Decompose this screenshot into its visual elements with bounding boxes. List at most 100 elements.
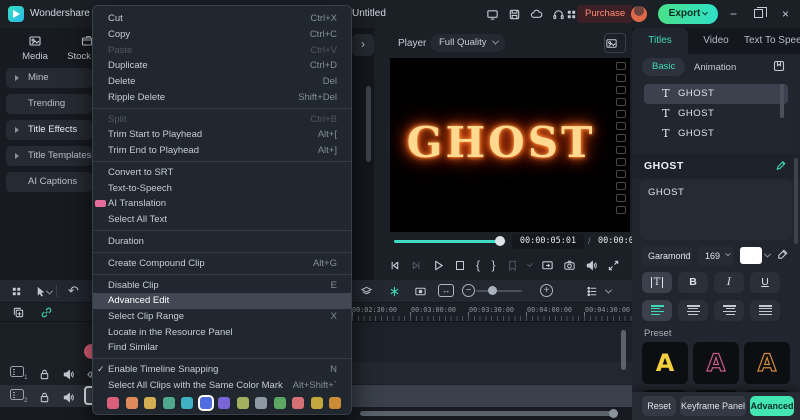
align-right-button[interactable] bbox=[714, 300, 744, 321]
zoom-out-button[interactable]: − bbox=[462, 284, 475, 297]
support-headset-icon[interactable] bbox=[552, 8, 565, 21]
font-size-dropdown[interactable]: 169 bbox=[698, 246, 734, 266]
text-color-swatch[interactable] bbox=[740, 247, 762, 264]
color-mark[interactable] bbox=[311, 397, 323, 409]
menu-item-select-all-clips-same-color[interactable]: Select All Clips with the Same Color Mar… bbox=[93, 378, 351, 394]
preset-tile-pink-outline[interactable]: A bbox=[693, 342, 739, 384]
color-mark[interactable] bbox=[237, 397, 249, 409]
tab-titles[interactable]: Titles bbox=[632, 28, 688, 54]
sidebar-item-title-templates[interactable]: Title Templates bbox=[6, 146, 92, 166]
menu-item-trim-end[interactable]: Trim End to PlayheadAlt+] bbox=[93, 143, 351, 159]
preset-tile-yellow[interactable]: A bbox=[642, 342, 688, 384]
menu-item-text-to-speech[interactable]: Text-to-Speech bbox=[93, 180, 351, 196]
menu-item-enable-timeline-snapping[interactable]: ✓Enable Timeline SnappingN bbox=[93, 362, 351, 378]
video-preview[interactable]: GHOST bbox=[390, 58, 612, 232]
color-mark[interactable] bbox=[144, 397, 156, 409]
tab-video[interactable]: Video bbox=[688, 28, 744, 54]
layers-icon[interactable] bbox=[360, 285, 373, 298]
text-layer-item[interactable]: TGHOST bbox=[644, 104, 788, 124]
sidebar-item-trending[interactable]: Trending bbox=[6, 94, 92, 114]
menu-item-delete[interactable]: DeleteDel bbox=[93, 74, 351, 90]
color-mark[interactable] bbox=[329, 397, 341, 409]
color-mark[interactable] bbox=[181, 397, 193, 409]
progress-knob[interactable] bbox=[495, 236, 505, 246]
next-frame-button[interactable] bbox=[410, 259, 423, 272]
underline-button[interactable]: U bbox=[750, 272, 780, 293]
color-mark[interactable] bbox=[126, 397, 138, 409]
save-icon[interactable] bbox=[508, 8, 521, 21]
menu-item-locate-in-resource-panel[interactable]: Locate in the Resource Panel bbox=[93, 324, 351, 340]
menu-item-ripple-delete[interactable]: Ripple DeleteShift+Del bbox=[93, 89, 351, 105]
color-mark[interactable] bbox=[292, 397, 304, 409]
fullscreen-button[interactable] bbox=[607, 259, 620, 272]
export-button[interactable]: Export bbox=[658, 4, 718, 24]
volume-button[interactable] bbox=[585, 259, 598, 272]
menu-item-find-similar[interactable]: Find Similar bbox=[93, 340, 351, 356]
preset-tile-orange-outline[interactable]: A bbox=[744, 342, 790, 384]
menu-item-trim-start[interactable]: Trim Start to PlayheadAlt+[ bbox=[93, 127, 351, 143]
sidebar-item-ai-captions[interactable]: AI Captions bbox=[6, 172, 92, 192]
color-mark[interactable] bbox=[163, 397, 175, 409]
eyedropper-icon[interactable] bbox=[776, 248, 789, 261]
advanced-button[interactable]: Advanced bbox=[750, 396, 794, 416]
font-family-dropdown[interactable]: Garamond bbox=[642, 246, 692, 266]
subtab-animation[interactable]: Animation bbox=[694, 62, 736, 73]
undo-icon[interactable]: ↶ bbox=[68, 283, 79, 299]
menu-item-cut[interactable]: CutCtrl+X bbox=[93, 11, 351, 27]
close-button[interactable]: × bbox=[782, 7, 789, 21]
marker-button[interactable] bbox=[506, 259, 519, 272]
color-chevron-icon[interactable] bbox=[764, 251, 771, 258]
italic-button[interactable]: I bbox=[714, 272, 744, 293]
mirror-display-button[interactable] bbox=[541, 259, 554, 272]
minimize-button[interactable]: − bbox=[730, 7, 737, 21]
mute-track-icon[interactable] bbox=[62, 368, 75, 381]
panel-scrollbar[interactable] bbox=[794, 158, 798, 244]
color-mark-selected[interactable] bbox=[200, 397, 212, 409]
marker-chevron-icon[interactable] bbox=[527, 260, 534, 267]
select-tool-icon[interactable] bbox=[34, 285, 47, 298]
link-clips-icon[interactable] bbox=[40, 306, 53, 319]
save-preset-icon[interactable] bbox=[772, 59, 786, 73]
preview-image-button[interactable] bbox=[604, 33, 626, 53]
menu-item-copy[interactable]: CopyCtrl+C bbox=[93, 27, 351, 43]
tab-text-to-speech[interactable]: Text To Spee bbox=[744, 28, 800, 54]
menu-item-convert-to-srt[interactable]: Convert to SRT bbox=[93, 165, 351, 181]
text-layer-item[interactable]: TGHOST bbox=[644, 124, 788, 144]
render-preview-icon[interactable] bbox=[388, 285, 401, 298]
playback-progress-bar[interactable] bbox=[394, 240, 506, 243]
mute-track-icon[interactable] bbox=[62, 391, 75, 404]
previous-frame-button[interactable] bbox=[388, 259, 401, 272]
layer-list-scrollbar[interactable] bbox=[780, 84, 784, 118]
timeline-zoom-slider[interactable] bbox=[476, 290, 522, 292]
color-mark[interactable] bbox=[274, 397, 286, 409]
text-input-area[interactable]: GHOST bbox=[640, 180, 792, 240]
layout-icon[interactable] bbox=[486, 8, 499, 21]
lock-track-icon[interactable] bbox=[38, 368, 51, 381]
tab-media[interactable]: Media bbox=[8, 34, 62, 62]
play-button[interactable] bbox=[432, 259, 445, 272]
snapshot-button[interactable] bbox=[563, 259, 576, 272]
copy-clip-icon[interactable] bbox=[12, 306, 25, 319]
panel-collapse-button[interactable]: › bbox=[352, 34, 374, 56]
track-manager-chevron-icon[interactable] bbox=[605, 287, 612, 294]
menu-item-duplicate[interactable]: DuplicateCtrl+D bbox=[93, 58, 351, 74]
sidebar-item-title-effects[interactable]: Title Effects bbox=[6, 120, 92, 140]
quality-dropdown[interactable]: Full Quality bbox=[430, 34, 505, 52]
menu-item-disable-clip[interactable]: Disable ClipE bbox=[93, 277, 351, 293]
effects-panel-scrollbar[interactable] bbox=[366, 86, 371, 162]
zoom-in-button[interactable]: + bbox=[540, 284, 553, 297]
color-mark[interactable] bbox=[255, 397, 267, 409]
menu-item-advanced-edit[interactable]: Advanced Edit bbox=[93, 293, 351, 309]
text-layer-item[interactable]: TGHOST bbox=[644, 84, 788, 104]
fit-timeline-icon[interactable]: ↔ bbox=[438, 284, 454, 297]
restore-button[interactable] bbox=[754, 9, 763, 18]
bold-button[interactable]: B bbox=[678, 272, 708, 293]
ai-text-pen-icon[interactable] bbox=[774, 159, 788, 172]
keyframe-panel-button[interactable]: Keyframe Panel bbox=[680, 396, 746, 416]
user-avatar[interactable] bbox=[631, 6, 647, 22]
purchase-button[interactable]: Purchase bbox=[577, 5, 633, 23]
menu-item-create-compound-clip[interactable]: Create Compound ClipAlt+G bbox=[93, 255, 351, 271]
align-left-button[interactable] bbox=[642, 300, 672, 321]
cloud-icon[interactable] bbox=[530, 8, 543, 21]
sidebar-item-mine[interactable]: Mine bbox=[6, 68, 92, 88]
